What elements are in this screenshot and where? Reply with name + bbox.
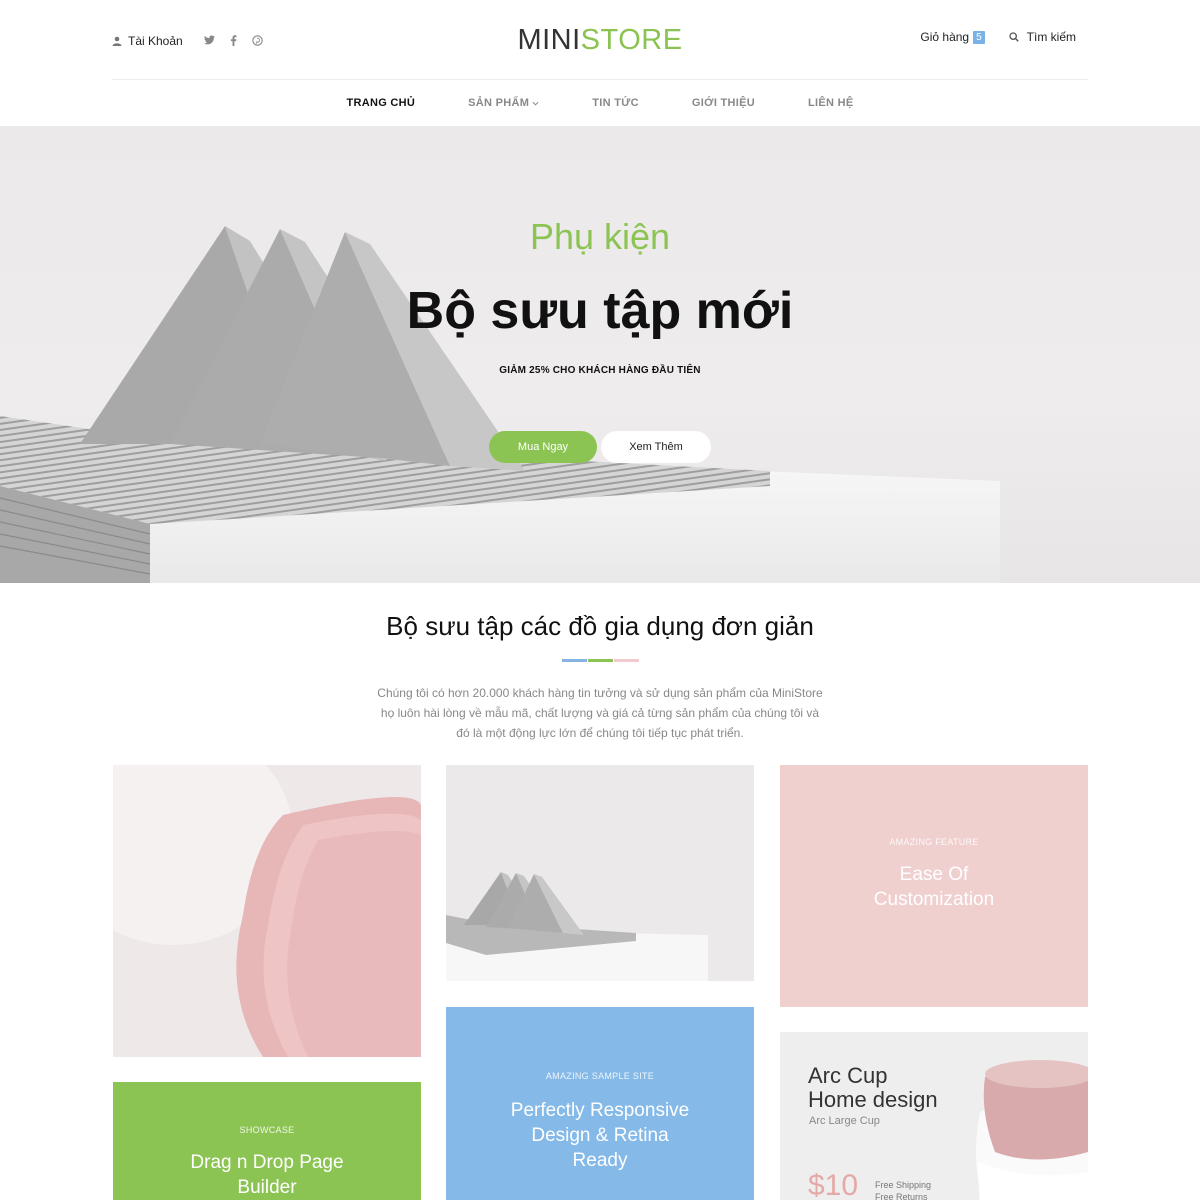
nav-label: TRANG CHỦ: [346, 97, 416, 109]
nav-item-products[interactable]: SẢN PHẨM: [468, 97, 539, 109]
nav-label: GIỚI THIỆU: [691, 97, 756, 109]
logo-mini: MINI: [517, 24, 581, 56]
product-title: Arc Cup Home design: [808, 1064, 938, 1112]
card-triangles[interactable]: [446, 765, 754, 981]
card-label: AMAZING FEATURE: [889, 837, 979, 847]
nav-item-contact[interactable]: LIÊN HỆ: [808, 97, 854, 109]
card-pink-plate[interactable]: [113, 765, 421, 1057]
nav-label: TIN TỨC: [592, 97, 639, 109]
card-showcase[interactable]: SHOWCASE Drag n Drop Page Builder: [113, 1082, 421, 1200]
product-notes: Free Shipping Free Returns: [875, 1179, 931, 1200]
card-feature[interactable]: AMAZING FEATURE Ease Of Customization: [780, 765, 1088, 1007]
product-price: $10: [808, 1169, 859, 1200]
card-title-line: Perfectly Responsive: [510, 1100, 690, 1121]
underline-green: [588, 659, 613, 662]
card-label: SHOWCASE: [239, 1125, 295, 1135]
underline-blue: [562, 659, 587, 662]
intro-text: Chúng tôi có hơn 20.000 khách hàng tin t…: [350, 683, 850, 743]
search-label: Tìm kiếm: [1026, 30, 1076, 44]
pink-plate-image: [113, 765, 421, 1057]
nav-item-home[interactable]: TRANG CHỦ: [346, 97, 415, 109]
logo-store: STORE: [580, 24, 683, 56]
title-underline: [562, 659, 639, 662]
intro-line: họ luôn hài lòng về mẫu mã, chất lượng v…: [380, 706, 820, 720]
intro-line: Chúng tôi có hơn 20.000 khách hàng tin t…: [377, 686, 823, 700]
product-title-line: Arc Cup: [808, 1063, 888, 1088]
search-icon: [1008, 32, 1019, 42]
hero-banner: Phụ kiện Bộ sưu tập mới GIẢM 25% CHO KHÁ…: [0, 126, 1200, 583]
underline-pink: [614, 659, 639, 662]
card-title: Drag n Drop Page Builder: [113, 1150, 421, 1200]
card-title-line: Drag n Drop Page: [190, 1152, 344, 1173]
nav-item-about[interactable]: GIỚI THIỆU: [692, 97, 755, 109]
nav-label: LIÊN HỆ: [808, 97, 854, 109]
top-header: Tài Khoản MINISTORE Giỏ hàng 5 Tìm kiếm: [112, 0, 1088, 80]
hero-promo-text: GIẢM 25% CHO KHÁCH HÀNG ĐẦU TIÊN: [499, 365, 701, 376]
product-title-line: Home design: [808, 1087, 938, 1112]
section-title: Bộ sưu tập các đồ gia dụng đơn giản: [386, 611, 814, 641]
card-title-line: Customization: [873, 889, 995, 910]
card-product-arc-cup[interactable]: Arc Cup Home design Arc Large Cup $10 Fr…: [780, 1032, 1088, 1200]
see-more-button[interactable]: Xem Thêm: [601, 431, 711, 463]
card-title-line: Builder: [237, 1177, 297, 1198]
cart-count-badge: 5: [973, 30, 985, 44]
card-responsive[interactable]: AMAZING SAMPLE SITE Perfectly Responsive…: [446, 1007, 754, 1200]
chevron-down-icon: [532, 101, 539, 106]
buy-now-button[interactable]: Mua Ngay: [489, 431, 597, 463]
product-note: Free Shipping: [875, 1180, 932, 1190]
hero-title: Bộ sưu tập mới: [406, 282, 794, 340]
card-title: Perfectly Responsive Design & Retina Rea…: [446, 1098, 754, 1173]
hero-subtitle: Phụ kiện: [529, 216, 671, 257]
card-label: AMAZING SAMPLE SITE: [545, 1071, 655, 1081]
search-link[interactable]: Tìm kiếm: [1008, 30, 1076, 44]
cart-label: Giỏ hàng: [920, 30, 970, 44]
product-note: Free Returns: [875, 1192, 928, 1200]
intro-line: đó là một động lực lớn để chúng tôi tiếp…: [456, 726, 744, 740]
card-title-line: Ease Of: [899, 864, 969, 885]
hero-image: [0, 226, 1000, 583]
card-title-line: Ready: [572, 1150, 628, 1171]
card-title-line: Design & Retina: [531, 1125, 669, 1146]
main-nav: TRANG CHỦ SẢN PHẨM TIN TỨC GIỚI THIỆU LI…: [0, 80, 1200, 126]
product-subtitle: Arc Large Cup: [809, 1115, 880, 1127]
triangles-image: [446, 765, 754, 981]
card-title: Ease Of Customization: [780, 862, 1088, 912]
nav-item-news[interactable]: TIN TỨC: [592, 97, 639, 109]
cart-link[interactable]: Giỏ hàng 5: [920, 30, 985, 44]
nav-label: SẢN PHẨM: [468, 97, 530, 109]
